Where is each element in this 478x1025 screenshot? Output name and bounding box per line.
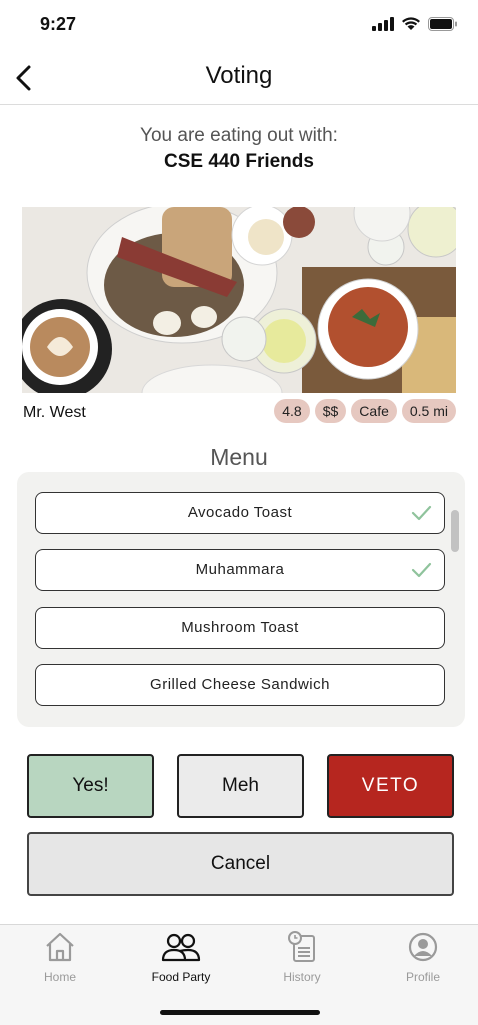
menu-item-mushroom-toast[interactable]: Mushroom Toast (35, 607, 445, 649)
veto-button[interactable]: VETO (327, 754, 454, 818)
tab-history[interactable]: History (262, 931, 342, 984)
wifi-icon (402, 17, 420, 30)
back-button[interactable] (10, 62, 36, 94)
cellular-signal-icon (372, 16, 394, 31)
tab-label: Home (43, 970, 76, 984)
nav-divider (0, 104, 478, 105)
status-icons (372, 16, 458, 31)
profile-icon (408, 932, 438, 962)
restaurant-tags: 4.8 $$ Cafe 0.5 mi (274, 399, 456, 423)
tab-label: Food Party (151, 970, 211, 984)
tab-food-party[interactable]: Food Party (141, 931, 221, 984)
cancel-button[interactable]: Cancel (27, 832, 454, 896)
rating-badge: 4.8 (274, 399, 310, 423)
group-name: CSE 440 Friends (164, 151, 314, 172)
checkmark-icon (411, 562, 432, 578)
menu-list: Avocado Toast Muhammara Mushroom Toast G… (17, 472, 465, 727)
tab-label: Profile (405, 970, 440, 984)
distance-badge: 0.5 mi (401, 399, 456, 423)
checkmark-icon (411, 505, 432, 521)
category-badge: Cafe (351, 399, 397, 423)
home-icon (46, 932, 74, 962)
chevron-left-icon (16, 65, 31, 91)
tab-profile[interactable]: Profile (383, 931, 463, 984)
eating-with-label: You are eating out with: (140, 125, 338, 146)
meh-button[interactable]: Meh (177, 754, 304, 818)
restaurant-name: Mr. West (23, 404, 86, 421)
menu-item-avocado-toast[interactable]: Avocado Toast (35, 492, 445, 534)
group-icon (161, 933, 201, 962)
battery-icon (428, 16, 457, 31)
menu-title: Menu (210, 444, 268, 470)
tab-label: History (283, 970, 321, 984)
menu-item-muhammara[interactable]: Muhammara (35, 549, 445, 591)
menu-scrollbar[interactable] (451, 510, 459, 552)
price-badge: $$ (314, 399, 347, 423)
history-icon (288, 931, 315, 962)
menu-item-label: Avocado Toast (187, 504, 293, 521)
menu-item-grilled-cheese[interactable]: Grilled Cheese Sandwich (35, 664, 445, 706)
menu-item-label: Muhammara (195, 561, 285, 578)
status-time: 9:27 (40, 14, 77, 34)
menu-item-label: Mushroom Toast (181, 619, 299, 636)
page-title: Voting (205, 62, 273, 89)
home-indicator (160, 1010, 320, 1015)
menu-item-label: Grilled Cheese Sandwich (150, 676, 330, 693)
tab-home[interactable]: Home (20, 931, 100, 984)
restaurant-photo (22, 207, 456, 393)
yes-button[interactable]: Yes! (27, 754, 154, 818)
